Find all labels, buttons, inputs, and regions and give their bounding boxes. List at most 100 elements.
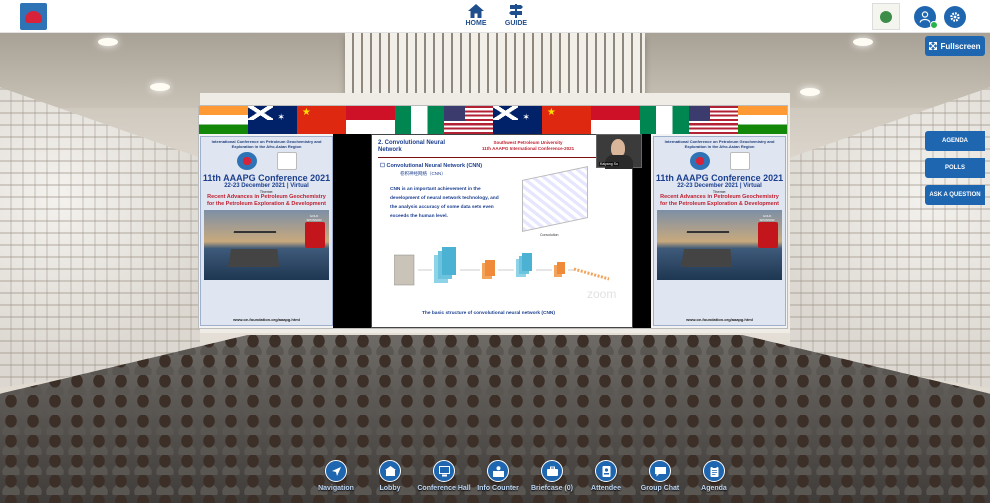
stage-screen: International Conference on Petroleum Ge…: [199, 106, 787, 328]
slide-heading: Convolutional Neural Network (CNN): [386, 163, 483, 169]
usa-flag: [444, 106, 493, 134]
group-chat-button[interactable]: Group Chat: [636, 460, 684, 492]
flag-banner: [199, 106, 787, 134]
expand-icon: [929, 42, 938, 50]
ceiling-light: [853, 38, 873, 46]
agenda-nav-button[interactable]: Agenda: [690, 460, 738, 492]
conference-hall-button[interactable]: Conference Hall: [417, 460, 471, 492]
indonesia-flag: [591, 106, 640, 134]
foundation-logo: [729, 152, 750, 170]
presentation-icon: [438, 465, 450, 476]
briefcase-label: Briefcase (0): [530, 485, 574, 492]
top-bar: HOME GUIDE: [0, 0, 990, 33]
left-acoustic-wall: [0, 87, 200, 388]
ceiling-light: [98, 38, 118, 46]
poster-header: International Conference on Petroleum Ge…: [211, 139, 322, 149]
gold-sponsor-label: GOLD SPONSOR: [306, 214, 322, 222]
convolution-caption: Convolution: [540, 233, 559, 237]
slide-heading-cn: 卷积神经网络（CNN）: [400, 171, 446, 176]
india-flag: [738, 106, 787, 134]
settings-button[interactable]: [944, 6, 966, 28]
poster-theme: Recent Advances in Petroleum Geochemistr…: [660, 194, 779, 207]
conference-poster-right: International Conference on Petroleum Ge…: [653, 136, 786, 326]
poster-title: 11th AAAPG Conference 2021: [655, 173, 784, 183]
online-status-badge: [930, 21, 938, 29]
ask-question-button[interactable]: ASK A QUESTION: [925, 185, 985, 205]
speaker-video-tile[interactable]: Kaiyang Su: [596, 134, 642, 169]
ongc-logo: [758, 222, 778, 248]
side-actions: AGENDA POLLS ASK A QUESTION: [925, 131, 985, 205]
usa-flag: [689, 106, 738, 134]
group-chat-label: Group Chat: [640, 485, 680, 492]
nigeria-flag: [640, 106, 689, 134]
agenda-label: Agenda: [701, 485, 727, 492]
australia-flag: [248, 106, 297, 134]
user-button[interactable]: [914, 6, 938, 29]
slide-section-title: 2. Convolutional Neural Network: [378, 140, 446, 153]
top-nav: HOME GUIDE: [462, 4, 530, 27]
aaapg-logo: [689, 152, 710, 170]
poster-url: www.oe-foundation.org/aaapg.html: [686, 317, 753, 322]
briefcase-icon: [546, 466, 558, 476]
seal-icon: [880, 10, 892, 23]
slide-caption: The basic structure of convolutional neu…: [422, 311, 555, 316]
home-button[interactable]: HOME: [462, 4, 490, 27]
polls-button[interactable]: POLLS: [925, 158, 985, 178]
poster-header: International Conference on Petroleum Ge…: [664, 139, 775, 149]
australia-flag: [493, 106, 542, 134]
zoom-watermark: zoom: [587, 287, 617, 301]
poster-title: 11th AAAPG Conference 2021: [202, 173, 331, 183]
presentation-video[interactable]: 2. Convolutional Neural Network Southwes…: [333, 134, 651, 328]
fullscreen-button[interactable]: Fullscreen: [925, 36, 985, 56]
ongc-logo: [305, 222, 325, 248]
aaapg-logo: [236, 152, 257, 170]
speaker-name: Kaiyang Su: [599, 162, 619, 166]
poster-theme: Recent Advances in Petroleum Geochemistr…: [207, 194, 326, 207]
clipboard-icon: [710, 465, 718, 477]
bottom-navigation: Navigation Lobby Conference Hall Info Co…: [312, 460, 738, 492]
chat-icon: [654, 466, 666, 476]
slide-body: CNN is an important achievement in the d…: [390, 187, 499, 219]
ceiling-light: [800, 88, 820, 96]
china-flag: [297, 106, 346, 134]
info-counter-icon: [492, 465, 504, 477]
foundation-logo: [276, 152, 297, 170]
navigation-button[interactable]: Navigation: [312, 460, 360, 492]
lobby-icon: [384, 465, 396, 476]
foundation-logo: [872, 3, 900, 30]
elephant-icon: [25, 10, 42, 23]
poster-url: www.oe-foundation.org/aaapg.html: [233, 317, 300, 322]
signpost-icon: [509, 4, 523, 18]
cnn-pipeline-diagram: [394, 247, 610, 286]
oil-rig-image: GOLD SPONSOR: [204, 210, 329, 280]
china-flag: [542, 106, 591, 134]
user-icon: [919, 11, 931, 23]
aaapg-logo[interactable]: [20, 3, 47, 30]
navigation-label: Navigation: [318, 485, 354, 492]
guide-button[interactable]: GUIDE: [502, 4, 530, 27]
gold-sponsor-label: GOLD SPONSOR: [759, 214, 775, 222]
ceiling-panel: [345, 33, 645, 101]
gear-icon: [950, 12, 960, 22]
home-icon: [468, 4, 484, 18]
attendee-icon: [602, 465, 610, 477]
nigeria-flag: [395, 106, 444, 134]
attendee-button[interactable]: Attendee: [582, 460, 630, 492]
info-counter-button[interactable]: Info Counter: [474, 460, 522, 492]
guide-label: GUIDE: [504, 20, 528, 27]
agenda-button[interactable]: AGENDA: [925, 131, 985, 151]
lobby-label: Lobby: [379, 485, 401, 492]
conference-hall-label: Conference Hall: [417, 485, 471, 492]
conference-poster-left: International Conference on Petroleum Ge…: [200, 136, 333, 326]
home-label: HOME: [465, 20, 487, 27]
convolution-diagram: [522, 165, 588, 233]
ceiling-light: [150, 83, 170, 91]
slide-conference: 11th AAAPG International Conference-2021: [482, 145, 575, 151]
indonesia-flag: [346, 106, 395, 134]
attendee-label: Attendee: [591, 485, 621, 492]
lobby-button[interactable]: Lobby: [366, 460, 414, 492]
oil-rig-image: GOLD SPONSOR: [657, 210, 782, 280]
right-acoustic-wall: [790, 87, 990, 388]
briefcase-button[interactable]: Briefcase (0): [528, 460, 576, 492]
slide-university: Southwest Petroleum University: [493, 140, 563, 145]
